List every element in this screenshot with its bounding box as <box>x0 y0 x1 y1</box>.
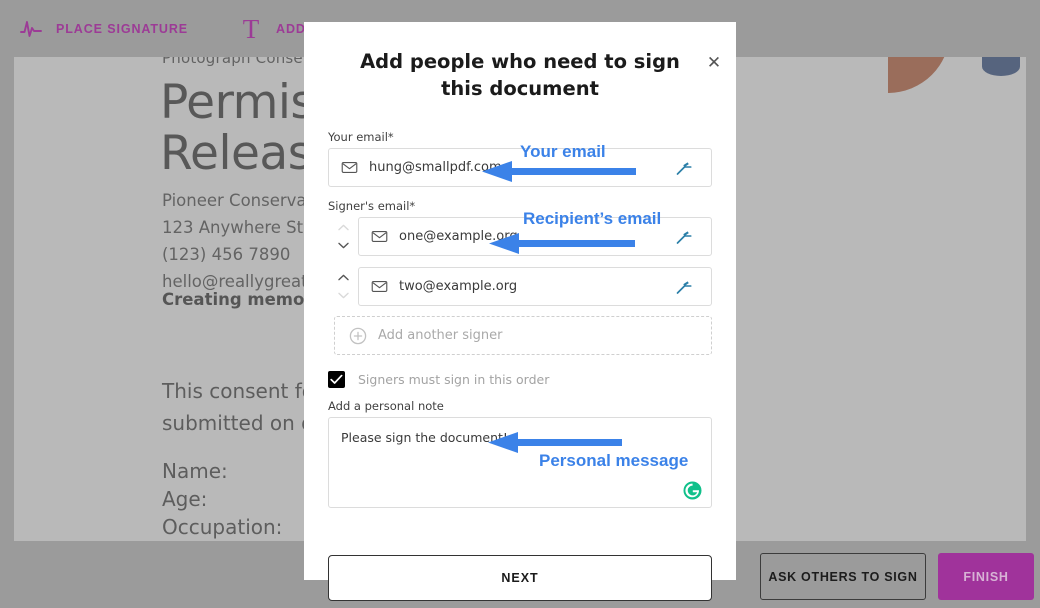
envelope-icon <box>371 278 388 295</box>
chevron-up-icon[interactable] <box>337 274 349 281</box>
signature-squiggle-icon <box>18 16 44 42</box>
envelope-icon <box>341 159 358 176</box>
ask-others-to-sign-button[interactable]: ASK OTHERS TO SIGN <box>760 553 926 600</box>
checkbox-checked-icon[interactable] <box>328 371 345 388</box>
next-button[interactable]: NEXT <box>328 555 712 601</box>
place-signature-label: PLACE SIGNATURE <box>56 21 189 36</box>
signer-email-input-2[interactable]: two@example.org <box>358 267 712 306</box>
signer-reorder-controls <box>328 224 358 249</box>
signer-email-input-1[interactable]: one@example.org <box>358 217 712 256</box>
finish-button[interactable]: FINISH <box>938 553 1034 600</box>
sign-in-order-label: Signers must sign in this order <box>358 372 550 387</box>
your-email-value: hung@smallpdf.com <box>369 160 502 175</box>
text-t-icon: T <box>242 13 260 44</box>
chevron-up-icon[interactable] <box>337 224 349 231</box>
add-signers-modal: ✕ Add people who need to sign this docum… <box>304 22 736 601</box>
place-signature-button[interactable]: PLACE SIGNATURE <box>18 16 210 42</box>
signature-field-icon[interactable] <box>676 278 702 296</box>
your-email-row: hung@smallpdf.com <box>328 148 712 187</box>
signers-email-label: Signer's email* <box>328 199 416 213</box>
signer-email-value-1: one@example.org <box>399 229 518 244</box>
modal-title: Add people who need to sign this documen… <box>360 50 680 100</box>
sign-in-order-checkbox-row[interactable]: Signers must sign in this order <box>328 371 712 388</box>
add-another-signer-label: Add another signer <box>378 328 503 343</box>
plus-circle-icon <box>349 327 367 345</box>
signature-field-icon[interactable] <box>676 228 702 246</box>
app-root: PLACE SIGNATURE T ADD TEXT Photograph Co… <box>0 0 1040 608</box>
signature-field-icon[interactable] <box>676 159 702 177</box>
chevron-down-icon[interactable] <box>337 292 349 299</box>
chevron-down-icon[interactable] <box>337 242 349 249</box>
signer-row: two@example.org <box>328 267 712 306</box>
personal-note-label: Add a personal note <box>328 399 444 413</box>
envelope-icon <box>371 228 388 245</box>
add-another-signer-button[interactable]: Add another signer <box>334 316 712 355</box>
signer-row: one@example.org <box>328 217 712 256</box>
grammarly-g-icon[interactable] <box>683 481 702 500</box>
personal-note-value: Please sign the document! <box>341 430 508 445</box>
your-email-label: Your email* <box>328 130 394 144</box>
close-icon[interactable]: ✕ <box>702 51 726 75</box>
signer-reorder-controls <box>328 274 358 299</box>
personal-note-textarea[interactable]: Please sign the document! <box>328 417 712 508</box>
signer-email-value-2: two@example.org <box>399 279 518 294</box>
signers-form: Your email* hung@smallpdf.com Signer's e… <box>328 130 712 508</box>
your-email-input[interactable]: hung@smallpdf.com <box>328 148 712 187</box>
